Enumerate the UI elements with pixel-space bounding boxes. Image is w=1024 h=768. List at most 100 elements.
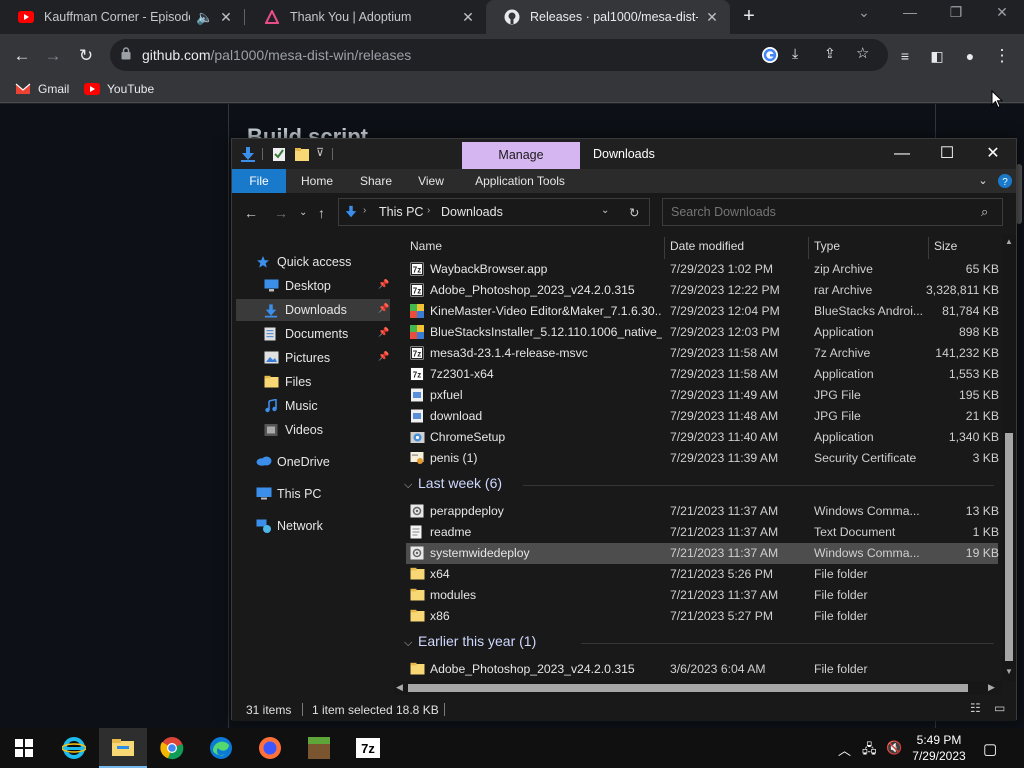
nav-item-videos[interactable]: Videos xyxy=(236,419,390,441)
restore-icon[interactable]: ❐ xyxy=(942,4,970,24)
explorer-address-bar[interactable]: › This PC › Downloads ⌄ ↻ xyxy=(338,198,650,226)
breadcrumb-downloads[interactable]: Downloads xyxy=(441,205,503,219)
nav-item-quick-access[interactable]: Quick access xyxy=(232,251,390,273)
forward-icon[interactable]: → xyxy=(274,205,288,221)
minimize-icon[interactable]: — xyxy=(887,143,917,165)
file-row[interactable]: Adobe_Photoshop_2023_v24.2.0.315 3/6/2023… xyxy=(406,659,998,680)
ribbon-tab-file[interactable]: File xyxy=(232,169,286,193)
google-icon[interactable] xyxy=(761,46,779,67)
properties-icon[interactable] xyxy=(272,146,286,162)
scroll-left-icon[interactable]: ◀ xyxy=(396,682,403,693)
bookmark-youtube[interactable]: YouTube xyxy=(84,82,154,96)
nav-item-music[interactable]: Music xyxy=(236,395,390,417)
bookmark-gmail[interactable]: Gmail xyxy=(15,82,69,96)
bookmark-star-icon[interactable]: ☆ xyxy=(856,44,869,62)
nav-item-downloads[interactable]: Downloads 📌 xyxy=(236,299,390,321)
browser-tab-github[interactable]: Releases · pal1000/mesa-dist-win ✕ xyxy=(486,0,730,34)
column-header-type[interactable]: Type xyxy=(814,239,840,257)
start-icon[interactable] xyxy=(0,728,48,768)
large-icons-view-icon[interactable]: ▭ xyxy=(994,701,1005,715)
chevron-down-icon[interactable]: ⌄ xyxy=(601,205,609,216)
file-row[interactable]: x64 7/21/2023 5:26 PM File folder xyxy=(406,564,998,585)
menu-icon[interactable]: ⋮ xyxy=(990,44,1014,68)
ribbon-tab-home[interactable]: Home xyxy=(292,169,342,193)
recent-locations-icon[interactable]: ⌄ xyxy=(299,207,307,218)
edge-icon[interactable] xyxy=(197,728,245,768)
file-row[interactable]: systemwidedeploy 7/21/2023 11:37 AM Window… xyxy=(406,543,999,564)
file-row[interactable]: 7z WaybackBrowser.app 7/29/2023 1:02 PM zip… xyxy=(406,259,999,280)
scroll-down-icon[interactable]: ▼ xyxy=(1005,667,1013,676)
media-control-icon[interactable]: ≡ xyxy=(893,44,917,68)
back-icon[interactable]: ← xyxy=(244,205,258,221)
group-header[interactable]: ⌵ Last week (6) xyxy=(404,475,994,497)
file-row[interactable]: 7z 7z2301-x64 7/29/2023 11:58 AM Applicatio… xyxy=(406,364,999,385)
ribbon-context-manage[interactable]: Manage xyxy=(462,142,580,169)
forward-icon[interactable]: → xyxy=(41,44,65,68)
file-row[interactable]: penis (1) 7/29/2023 11:39 AM Security Cert… xyxy=(406,448,999,469)
scroll-up-icon[interactable]: ▲ xyxy=(1005,237,1013,246)
ribbon-tab-share[interactable]: Share xyxy=(352,169,400,193)
refresh-icon[interactable]: ↻ xyxy=(629,205,639,220)
internet-explorer-icon[interactable] xyxy=(50,728,98,768)
nav-item-this-pc[interactable]: This PC xyxy=(232,483,390,505)
sevenzip-icon[interactable]: 7z xyxy=(344,728,392,768)
close-icon[interactable]: ✕ xyxy=(978,143,1008,165)
url-text[interactable]: github.com/pal1000/mesa-dist-win/release… xyxy=(142,47,411,63)
file-list-vertical-scrollbar[interactable]: ▲ ▼ xyxy=(1002,235,1016,681)
file-row[interactable]: x86 7/21/2023 5:27 PM File folder xyxy=(406,606,998,627)
file-list-horizontal-scrollbar[interactable]: ◀ ▶ xyxy=(394,681,1002,695)
nav-item-network[interactable]: Network xyxy=(232,515,390,537)
file-row[interactable]: readme 7/21/2023 11:37 AM Text Document 1 K… xyxy=(406,522,999,543)
nav-item-onedrive[interactable]: OneDrive xyxy=(232,451,390,473)
file-row[interactable]: 7z mesa3d-23.1.4-release-msvc 7/29/2023 11… xyxy=(406,343,999,364)
file-row[interactable]: perappdeploy 7/21/2023 11:37 AM Windows Co… xyxy=(406,501,999,522)
ribbon-tab-application-tools[interactable]: Application Tools xyxy=(464,169,576,193)
file-row[interactable]: pxfuel 7/29/2023 11:49 AM JPG File 195 KB xyxy=(406,385,999,406)
up-icon[interactable]: ↑ xyxy=(318,205,325,221)
file-row[interactable]: KineMaster-Video Editor&Maker_7.1.6.30..… xyxy=(406,301,999,322)
column-header-date[interactable]: Date modified xyxy=(670,239,744,257)
lock-icon[interactable] xyxy=(121,47,131,63)
ribbon-tab-view[interactable]: View xyxy=(408,169,454,193)
chrome-icon[interactable] xyxy=(148,728,196,768)
customize-toolbar-icon[interactable]: ⊽ xyxy=(316,146,324,162)
minimize-icon[interactable]: — xyxy=(896,4,924,24)
file-row[interactable]: download 7/29/2023 11:48 AM JPG File 21 KB xyxy=(406,406,999,427)
volume-muted-icon[interactable]: 🔇 xyxy=(886,740,902,756)
details-view-icon[interactable]: ☷ xyxy=(970,701,981,715)
nav-item-files[interactable]: Files xyxy=(236,371,390,393)
scroll-right-icon[interactable]: ▶ xyxy=(988,682,995,693)
search-icon[interactable]: ⌕ xyxy=(981,204,988,220)
maximize-icon[interactable]: ☐ xyxy=(932,143,962,165)
group-header[interactable]: ⌵ Earlier this year (1) xyxy=(404,633,994,655)
nav-item-documents[interactable]: Documents 📌 xyxy=(236,323,390,345)
nav-item-desktop[interactable]: Desktop 📌 xyxy=(236,275,390,297)
file-row[interactable]: BlueStacksInstaller_5.12.110.1006_native… xyxy=(406,322,999,343)
search-input[interactable] xyxy=(671,204,971,220)
explorer-search-box[interactable]: ⌕ xyxy=(662,198,1003,226)
browser-tab-youtube[interactable]: Kauffman Corner - Episode 7 🔈 ✕ xyxy=(0,0,244,34)
column-header-size[interactable]: Size xyxy=(934,239,957,257)
browser-tab-adoptium[interactable]: Thank You | Adoptium ✕ xyxy=(246,0,486,34)
back-icon[interactable]: ← xyxy=(10,44,34,68)
breadcrumb-this-pc[interactable]: This PC xyxy=(379,205,423,219)
tab-search-icon[interactable]: ⌄ xyxy=(850,4,878,24)
install-icon[interactable]: ⤓ xyxy=(792,45,798,62)
column-header-name[interactable]: Name xyxy=(410,239,442,257)
minecraft-icon[interactable] xyxy=(295,728,343,768)
nav-item-pictures[interactable]: Pictures 📌 xyxy=(236,347,390,369)
close-icon[interactable]: ✕ xyxy=(704,9,720,26)
network-icon[interactable]: 🖧 xyxy=(862,740,877,762)
show-hidden-icons-icon[interactable]: ︿ xyxy=(838,740,851,759)
scroll-thumb[interactable] xyxy=(1005,433,1013,661)
help-icon[interactable]: ? xyxy=(996,169,1014,193)
file-row[interactable]: ChromeSetup 7/29/2023 11:40 AM Application… xyxy=(406,427,999,448)
profile-icon[interactable]: ● xyxy=(958,44,982,68)
close-icon[interactable]: ✕ xyxy=(460,9,476,26)
close-icon[interactable]: ✕ xyxy=(218,9,234,26)
notifications-icon[interactable]: ▢ xyxy=(983,740,997,758)
close-icon[interactable]: ✕ xyxy=(988,4,1016,24)
download-icon[interactable] xyxy=(240,146,256,162)
firefox-icon[interactable] xyxy=(246,728,294,768)
speaker-icon[interactable]: 🔈 xyxy=(196,9,213,26)
